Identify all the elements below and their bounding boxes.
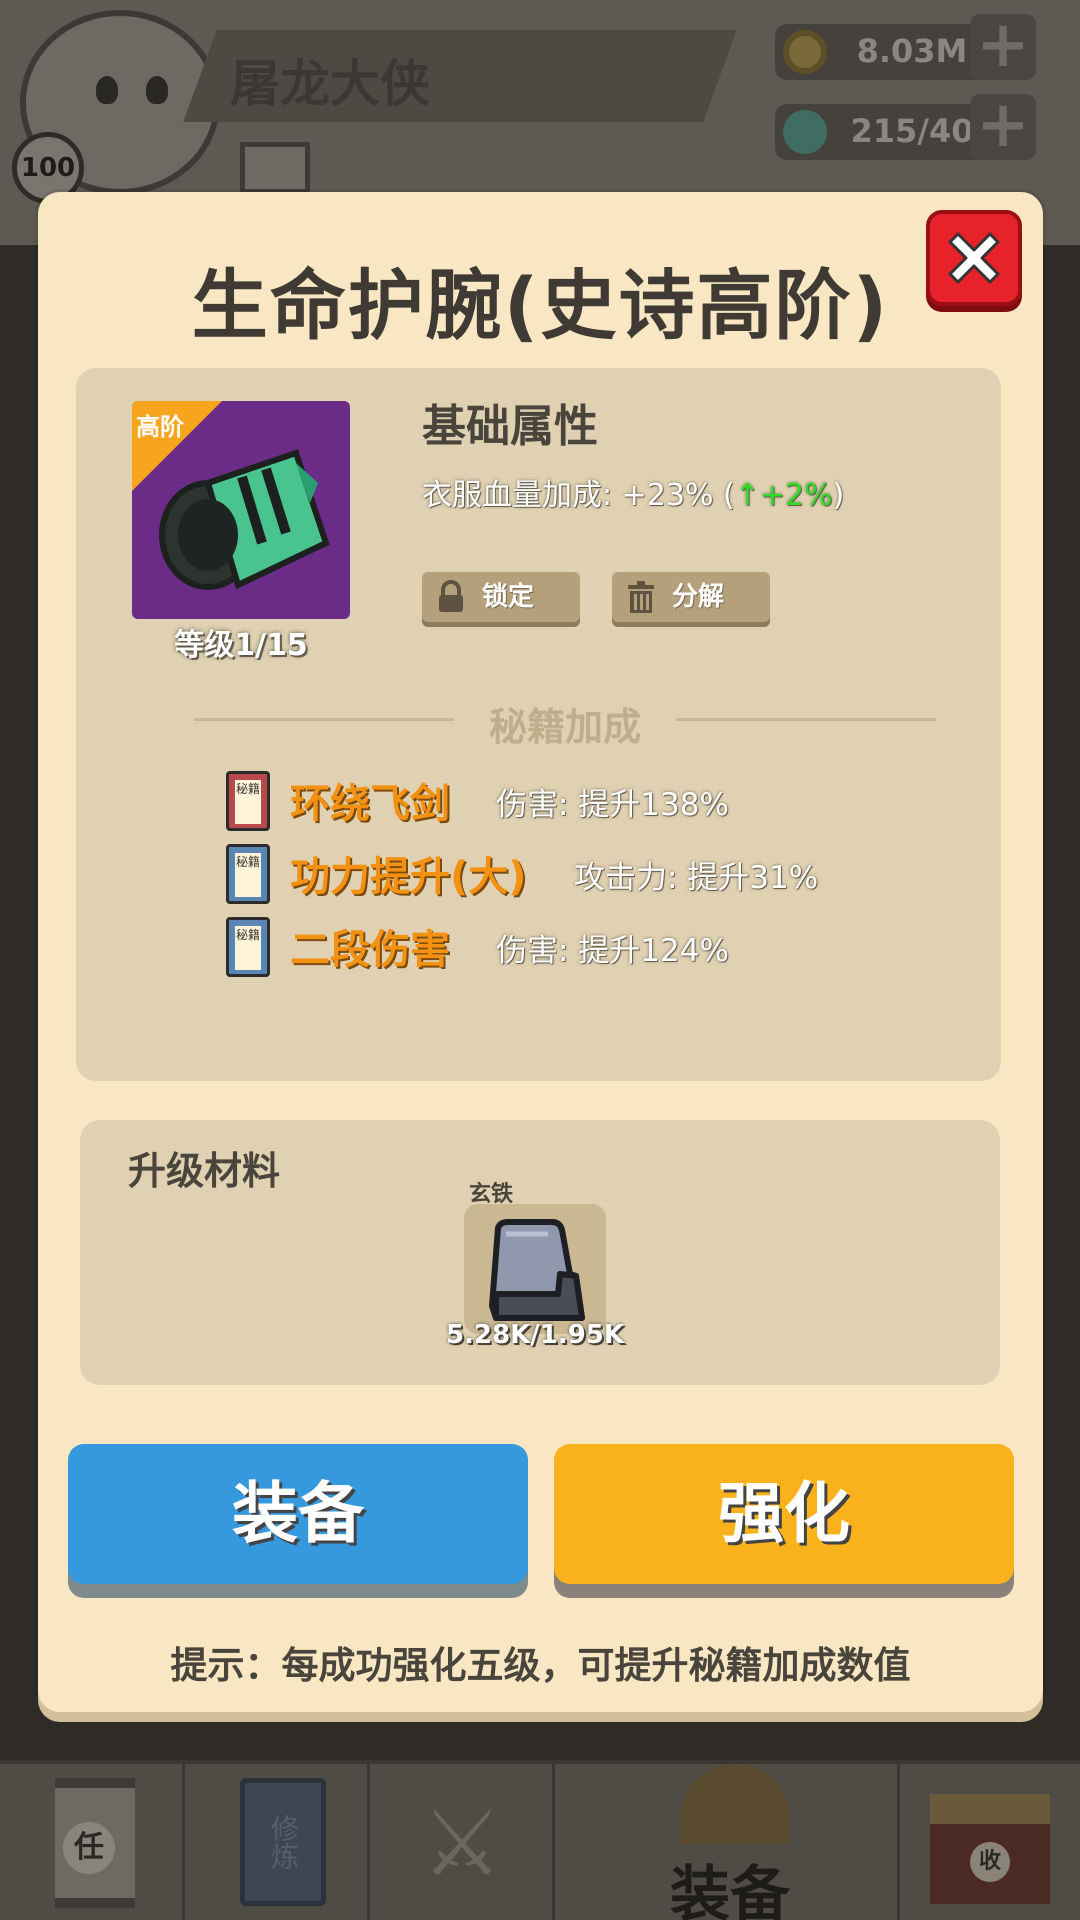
close-button[interactable] — [926, 210, 1022, 306]
nav-tab-cultivate[interactable]: 修炼 — [185, 1764, 370, 1920]
avatar-face — [96, 76, 176, 126]
item-detail-modal: 生命护腕(史诗高阶) 高阶 等级1/15 基础属性 衣服血量加成: +23% (… — [38, 192, 1043, 1712]
nav-tab-tasks[interactable]: 任 — [0, 1764, 185, 1920]
lock-icon — [439, 580, 463, 612]
material-count: 5.28K/1.95K — [445, 1320, 625, 1350]
shop-icon: 收 — [930, 1794, 1050, 1904]
base-attribute-line: 衣服血量加成: +23% (↑+2%) — [422, 478, 845, 513]
nav-tab-battle[interactable]: ⚔ — [370, 1764, 555, 1920]
skill-effect: 攻击力: 提升31% — [574, 860, 819, 896]
mail-icon[interactable] — [240, 142, 310, 194]
salvage-button[interactable]: 分解 — [612, 572, 770, 622]
skill-effect: 伤害: 提升138% — [496, 787, 729, 823]
item-icon: 高阶 — [132, 401, 350, 619]
manual-book-icon: 秘籍 — [226, 844, 270, 904]
nav-tab-equipment[interactable]: 装备 — [555, 1764, 900, 1920]
lock-button-label: 锁定 — [482, 582, 535, 612]
lock-button[interactable]: 锁定 — [422, 572, 580, 622]
coin-counter: 8.03M — [775, 24, 995, 80]
stat-increase: ↑+2% — [734, 478, 833, 513]
skill-effect: 伤害: 提升124% — [496, 933, 729, 969]
gem-counter: 215/40 — [775, 104, 995, 160]
manual-book-icon: 秘籍 — [226, 917, 270, 977]
iron-ore-icon — [489, 1219, 585, 1321]
skill-name: 环绕飞剑 — [290, 781, 450, 827]
nav-equipment-label: 装备 — [670, 1860, 790, 1920]
item-info-panel: 高阶 等级1/15 基础属性 衣服血量加成: +23% (↑+2%) 锁定 分解 — [76, 368, 1001, 1081]
divider-left — [194, 718, 454, 721]
player-name: 屠龙大侠 — [230, 55, 430, 113]
item-level: 等级1/15 — [174, 628, 308, 663]
skill-name: 功力提升(大) — [290, 854, 527, 900]
coin-icon — [783, 30, 827, 74]
item-rank-badge: 高阶 — [136, 413, 184, 441]
trash-icon — [628, 581, 654, 613]
material-slot[interactable] — [464, 1204, 606, 1334]
upgrade-hint: 提示：每成功强化五级，可提升秘籍加成数值 — [170, 1644, 911, 1687]
scroll-icon: 任 — [55, 1778, 135, 1908]
book-icon: 修炼 — [240, 1778, 326, 1906]
salvage-button-label: 分解 — [672, 582, 725, 612]
helmet-icon — [680, 1764, 790, 1844]
equip-button[interactable]: 装备 — [68, 1444, 528, 1584]
skill-name: 二段伤害 — [290, 927, 450, 973]
manual-bonus-heading: 秘籍加成 — [488, 705, 641, 749]
materials-heading: 升级材料 — [128, 1149, 281, 1193]
upgrade-button[interactable]: 强化 — [554, 1444, 1014, 1584]
base-attributes-heading: 基础属性 — [422, 401, 598, 452]
divider-right — [676, 718, 936, 721]
crossed-swords-icon: ⚔ — [421, 1791, 503, 1896]
gem-value: 215/40 — [850, 112, 974, 150]
add-gems-button[interactable]: + — [970, 93, 1036, 160]
nav-tab-shop[interactable]: 收 — [900, 1764, 1080, 1920]
gem-icon — [783, 110, 827, 154]
upgrade-materials-panel: 升级材料 玄铁 5.28K/1.95K — [80, 1120, 1000, 1385]
manual-book-icon: 秘籍 — [226, 771, 270, 831]
add-coins-button[interactable]: + — [970, 13, 1036, 80]
item-title: 生命护腕(史诗高阶) — [191, 261, 890, 350]
coin-value: 8.03M — [856, 32, 968, 70]
bottom-nav: 任 修炼 ⚔ 装备 收 — [0, 1760, 1080, 1920]
close-icon — [948, 232, 1000, 284]
